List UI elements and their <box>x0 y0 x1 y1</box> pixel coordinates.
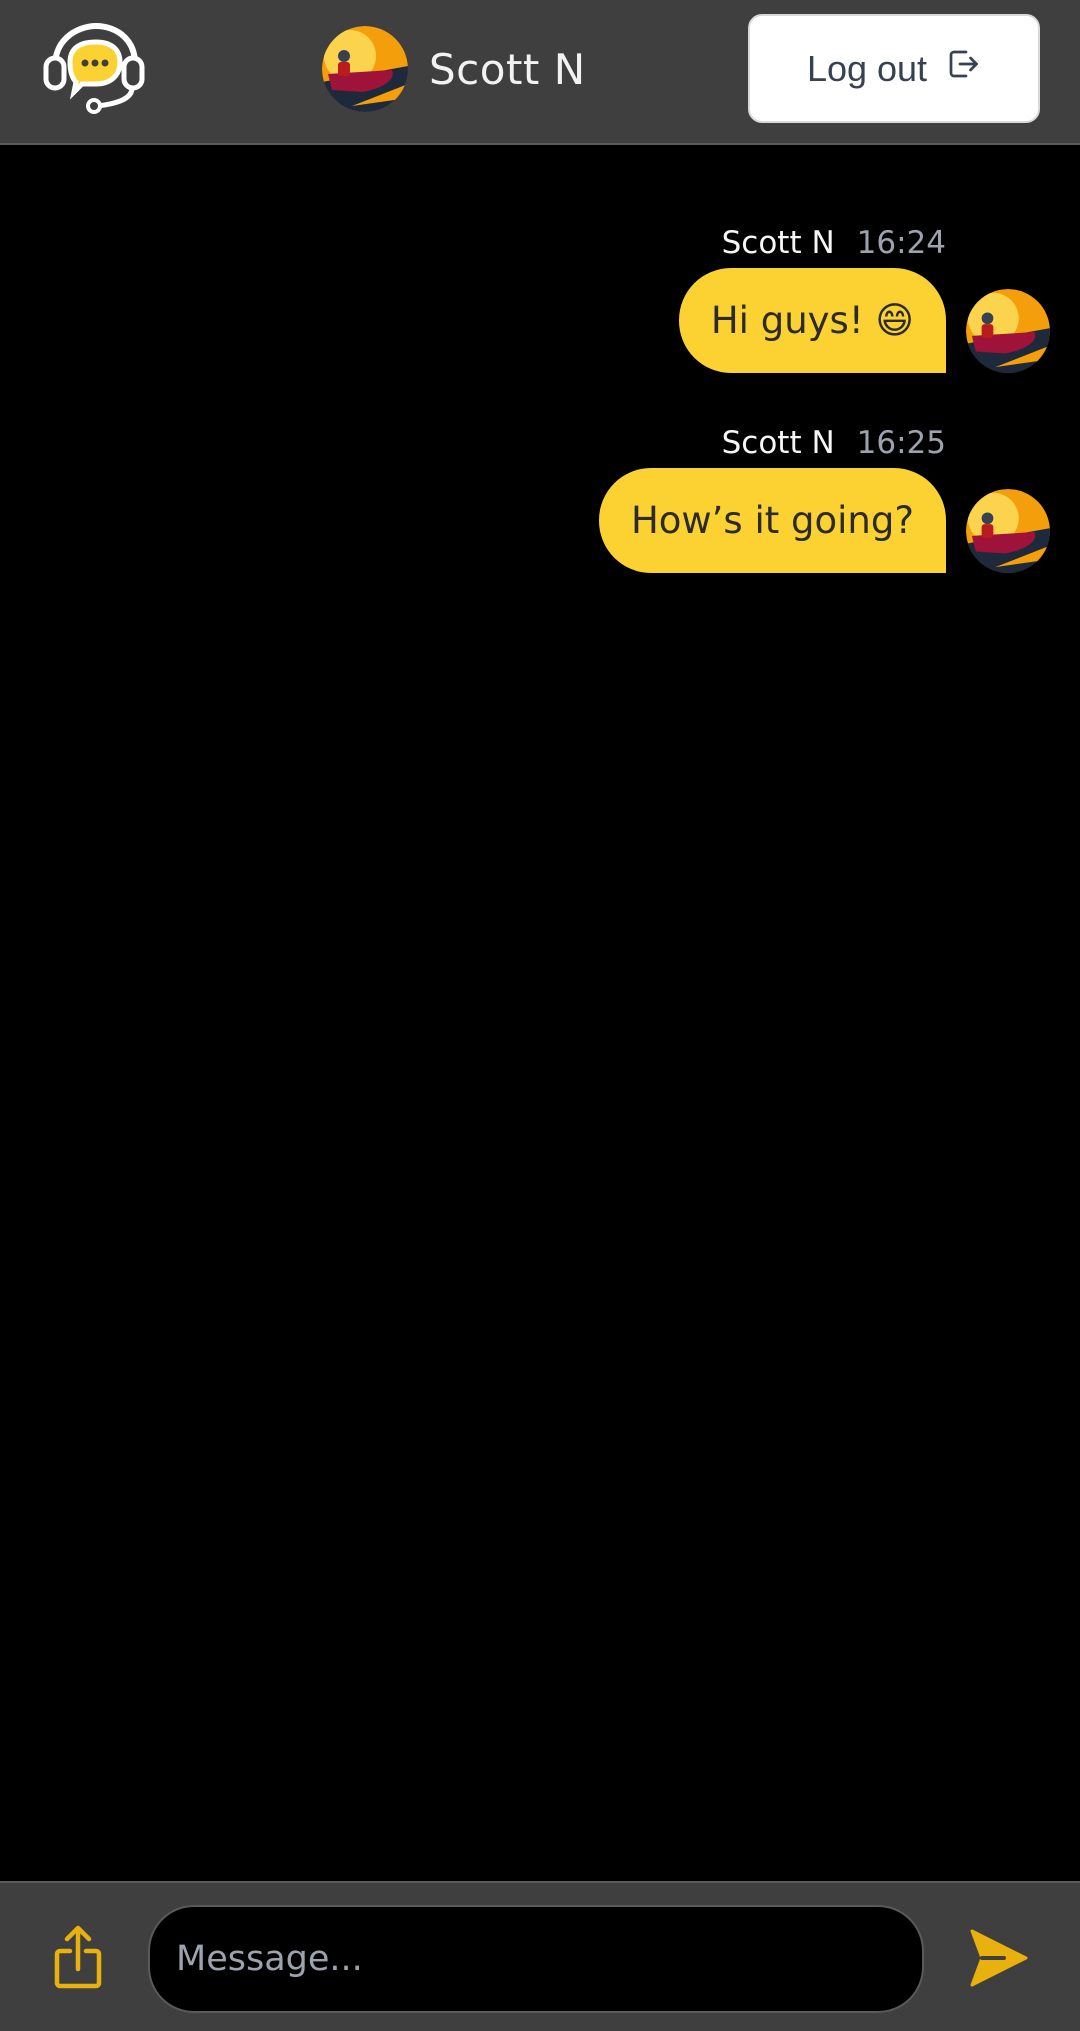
current-user-name: Scott N <box>429 44 586 94</box>
message-author: Scott N <box>721 425 835 461</box>
jetski-avatar <box>322 26 408 112</box>
message-composer <box>0 1881 1080 2031</box>
message-meta: Scott N 16:24 <box>722 225 946 261</box>
jetski-avatar[interactable] <box>966 289 1050 373</box>
jetski-avatar[interactable] <box>966 489 1050 573</box>
message-bubble[interactable]: Hi guys! 😄 <box>678 268 946 373</box>
message-list[interactable]: Scott N 16:24 Hi guys! 😄 Scott N 16:25 H… <box>0 147 1080 1881</box>
logout-label: Log out <box>806 47 928 89</box>
message-author: Scott N <box>721 225 835 261</box>
support-chat-icon[interactable] <box>42 22 146 116</box>
send-icon[interactable] <box>970 1927 1028 1989</box>
message-meta: Scott N 16:25 <box>722 425 946 461</box>
current-user[interactable]: Scott N <box>322 26 586 112</box>
logout-button[interactable]: Log out <box>748 14 1040 123</box>
top-bar: Scott N Log out <box>0 0 1080 145</box>
message-input[interactable] <box>148 1905 924 2013</box>
message-bubble[interactable]: How’s it going? <box>598 468 946 573</box>
chat-app: Scott N Log out Scott N 16:24 Hi guys! 😄 <box>0 0 1080 2031</box>
share-icon[interactable] <box>52 1925 104 1991</box>
message-time: 16:25 <box>856 425 946 461</box>
message-time: 16:24 <box>856 225 946 261</box>
logout-icon <box>945 46 981 91</box>
